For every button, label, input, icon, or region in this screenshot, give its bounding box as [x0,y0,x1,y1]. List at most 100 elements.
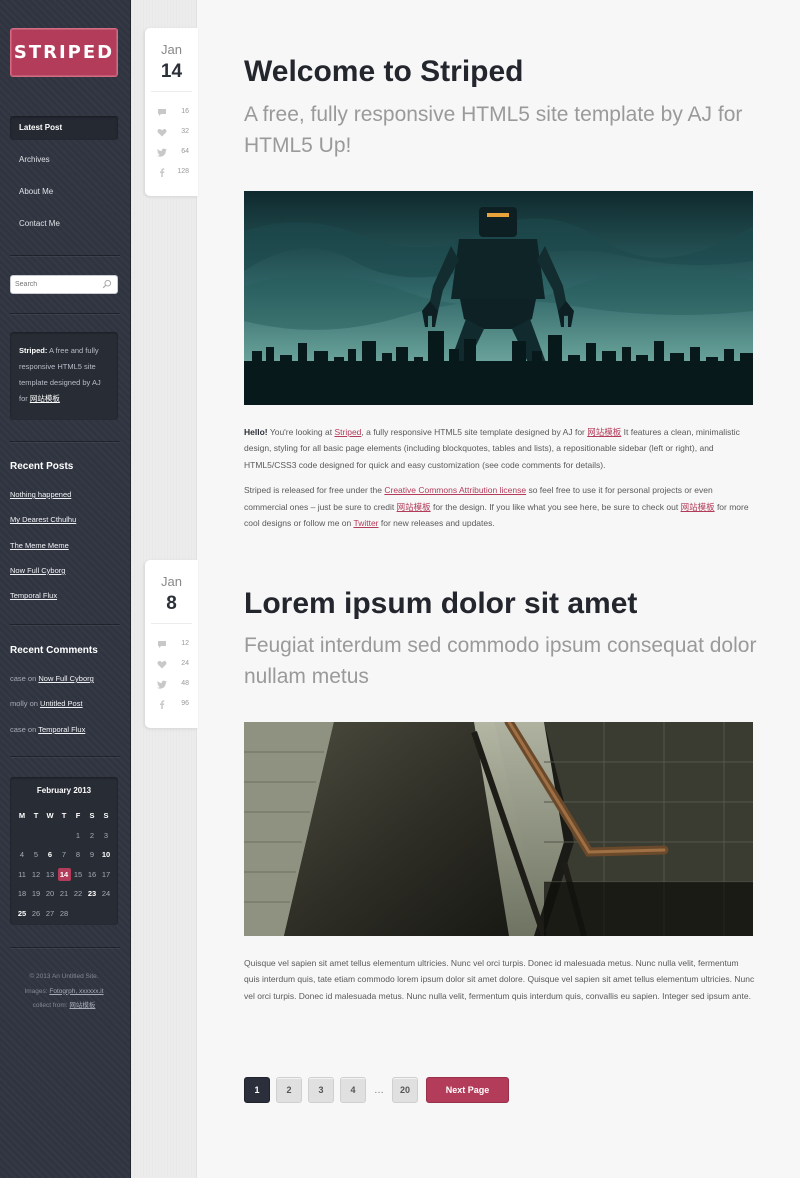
next-page-button[interactable]: Next Page [426,1077,509,1103]
calendar-day[interactable]: 4 [15,850,29,859]
likes-count: 32 [181,128,189,135]
recent-post-link[interactable]: My Dearest Cthulhu [10,512,120,537]
template-link[interactable]: 网站模板 [681,502,715,512]
comment-on: on [27,699,41,709]
search-input[interactable] [15,278,99,291]
search-icon[interactable] [102,279,112,289]
calendar-day[interactable]: 20 [43,889,57,898]
recent-post-link[interactable]: Temporal Flux [10,588,120,613]
calendar-day[interactable]: 26 [29,909,43,918]
calendar-day[interactable]: 9 [85,850,99,859]
post-image-robot[interactable] [244,191,753,405]
likes-stat[interactable]: 24 [157,658,193,672]
calendar-day[interactable]: 5 [29,850,43,859]
template-link[interactable]: 网站模板 [587,427,621,437]
about-link[interactable]: 网站模板 [30,394,60,403]
comment-post-link[interactable]: Untitled Post [40,699,83,708]
calendar-day[interactable]: 1 [71,831,85,840]
calendar-day[interactable]: 13 [43,870,57,879]
calendar-day[interactable]: 2 [85,831,99,840]
license-link[interactable]: Creative Commons Attribution license [384,485,526,495]
calendar-day[interactable]: 3 [99,831,113,840]
post-body: Quisque vel sapien sit amet tellus eleme… [244,955,756,1013]
copyright: © 2013 An Untitled Site. [29,973,99,980]
collect-credits: collect from: 网站模板 [10,999,118,1014]
nav-item-contact-me[interactable]: Contact Me [10,212,118,236]
facebook-count: 96 [181,700,189,707]
calendar-day[interactable]: 6 [43,850,57,859]
post-paragraph: Quisque vel sapien sit amet tellus eleme… [244,958,755,1001]
post-title[interactable]: Welcome to Striped [244,55,524,89]
page-button-1[interactable]: 1 [244,1077,270,1103]
calendar-day[interactable]: 17 [99,870,113,879]
post-subtitle: Feugiat interdum sed commodo ipsum conse… [244,634,757,688]
post-title[interactable]: Lorem ipsum dolor sit amet [244,587,637,621]
tweets-stat[interactable]: 64 [157,146,193,160]
site-logo[interactable]: STRIPED [10,28,118,77]
collect-link[interactable]: 网站模板 [69,1002,95,1009]
nav-item-archives[interactable]: Archives [10,148,118,172]
calendar-day[interactable]: 12 [29,870,43,879]
calendar-day[interactable]: 27 [43,909,57,918]
recent-post-link[interactable]: Nothing happened [10,487,120,512]
tweets-stat[interactable]: 48 [157,678,193,692]
tweets-count: 48 [181,680,189,687]
calendar-day[interactable]: 24 [99,889,113,898]
post-image-stairwell[interactable] [244,722,753,936]
about-box: Striped: A free and fully responsive HTM… [10,332,118,420]
calendar-day[interactable]: 28 [57,909,71,918]
nav-item-about-me[interactable]: About Me [10,180,118,204]
facebook-count: 128 [177,168,189,175]
collect-label: collect from: [32,1002,70,1009]
text: for the design. If you like what you see… [430,501,681,512]
comments-stat[interactable]: 12 [157,638,193,652]
calendar-day[interactable]: 22 [71,889,85,898]
date-month: Jan [161,574,182,589]
facebook-stat[interactable]: 96 [157,698,193,712]
calendar-week-row: 11 12 13 14 15 16 17 [15,865,113,885]
calendar-day[interactable]: 25 [15,909,29,918]
calendar-day[interactable]: 23 [85,889,99,898]
comments-count: 16 [181,108,189,115]
page-button-4[interactable]: 4 [340,1077,366,1103]
comment-on: on [25,724,39,734]
calendar-day[interactable]: 21 [57,889,71,898]
page-button-20[interactable]: 20 [392,1077,418,1103]
stairwell-photo [244,722,753,936]
calendar-today[interactable]: 14 [57,867,71,881]
sidebar-footer: © 2013 An Untitled Site. Images: Fotogrp… [10,970,118,1014]
recent-comment: molly on Untitled Post [10,696,120,721]
recent-post-link[interactable]: Now Full Cyborg [10,563,120,588]
calendar-day[interactable]: 10 [99,850,113,859]
page-button-3[interactable]: 3 [308,1077,334,1103]
calendar-weekday-row: MTWTFSS [15,806,113,826]
page-button-2[interactable]: 2 [276,1077,302,1103]
comment-post-link[interactable]: Temporal Flux [38,725,85,734]
comment-post-link[interactable]: Now Full Cyborg [38,674,93,683]
calendar-day[interactable]: 7 [57,850,71,859]
comments-stat[interactable]: 16 [157,106,193,120]
recent-post-link[interactable]: The Meme Meme [10,538,120,563]
pagination: 1 2 3 4 … 20 Next Page [244,1077,509,1103]
divider [10,947,120,948]
calendar-day[interactable]: 16 [85,870,99,879]
twitter-link[interactable]: Twitter [353,518,378,528]
calendar-day[interactable]: 18 [15,889,29,898]
nav-item-latest-post[interactable]: Latest Post [10,116,118,140]
calendar-day[interactable]: 19 [29,889,43,898]
hello-text: Hello! [244,427,268,437]
images-link[interactable]: Fotogrph, xxxxxx.it [49,988,103,995]
template-link[interactable]: 网站模板 [397,502,431,512]
text: , a fully responsive HTML5 site template… [361,427,588,437]
striped-link[interactable]: Striped [334,427,361,437]
calendar-day[interactable]: 15 [71,870,85,879]
facebook-stat[interactable]: 128 [157,166,193,180]
calendar-day[interactable]: 11 [15,870,29,879]
likes-stat[interactable]: 32 [157,126,193,140]
calendar-day[interactable]: 8 [71,850,85,859]
calendar-weekday: M [18,811,26,821]
post-date-tab: Jan 8 12 24 48 96 [145,560,198,728]
calendar-day[interactable]: 14 [57,867,71,881]
calendar-weekday: S [103,811,109,821]
post-subtitle: A free, fully responsive HTML5 site temp… [244,103,743,157]
